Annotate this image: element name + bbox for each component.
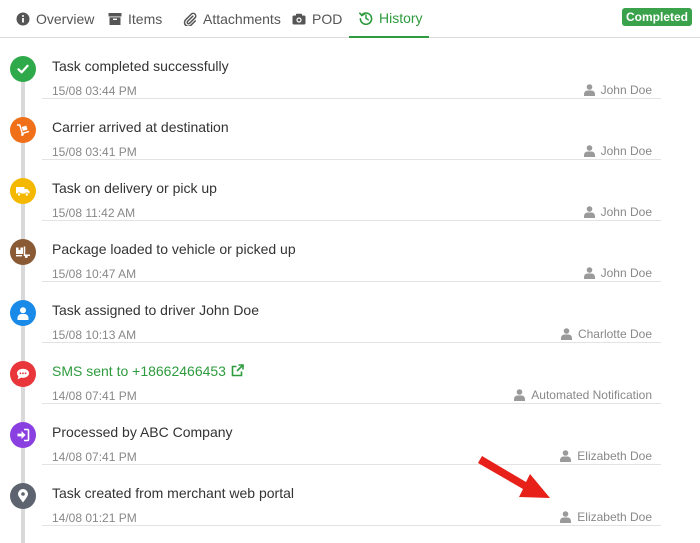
history-entry-body: Carrier arrived at destination 15/08 03:… <box>42 99 661 160</box>
tab-pod[interactable]: POD <box>292 0 342 38</box>
dolly-icon <box>10 117 36 143</box>
history-entry-user: Automated Notification <box>514 388 652 402</box>
history-entry-body: Task assigned to driver John Doe 15/08 1… <box>42 282 661 343</box>
history-entry-user: Elizabeth Doe <box>560 449 652 463</box>
user-icon <box>560 450 572 462</box>
history-entry-title: SMS sent to +18662466453 <box>52 363 226 379</box>
tab-items-label: Items <box>128 11 163 27</box>
history-entry-time: 15/08 10:13 AM <box>52 328 137 342</box>
history-entry-title: Task assigned to driver John Doe <box>52 302 259 318</box>
history-entry-time: 14/08 01:21 PM <box>52 511 137 525</box>
history-entry: Task on delivery or pick up 15/08 11:42 … <box>0 160 700 221</box>
box-icon <box>108 12 122 26</box>
external-link-icon[interactable] <box>231 364 244 377</box>
history-entry-body: Processed by ABC Company 14/08 07:41 PM … <box>42 404 661 465</box>
tab-attachments-label: Attachments <box>203 11 281 27</box>
camera-icon <box>292 12 306 26</box>
tab-attachments[interactable]: Attachments <box>183 0 281 38</box>
history-entry-title: Carrier arrived at destination <box>52 119 229 135</box>
info-icon <box>16 12 30 26</box>
history-entry-user-name: Automated Notification <box>531 388 652 402</box>
history-icon <box>359 11 373 25</box>
history-entry-time: 15/08 10:47 AM <box>52 267 137 281</box>
sign-in-icon <box>10 422 36 448</box>
truck-icon <box>10 178 36 204</box>
history-entry: Task completed successfully 15/08 03:44 … <box>0 38 700 99</box>
user-icon <box>560 328 572 340</box>
history-entry: Package loaded to vehicle or picked up 1… <box>0 221 700 282</box>
history-entry-time: 15/08 03:44 PM <box>52 84 137 98</box>
paperclip-icon <box>183 12 197 26</box>
history-entry: Carrier arrived at destination 15/08 03:… <box>0 99 700 160</box>
history-entry: Task assigned to driver John Doe 15/08 1… <box>0 282 700 343</box>
history-entry-user-name: John Doe <box>600 83 652 97</box>
history-entry: Processed by ABC Company 14/08 07:41 PM … <box>0 404 700 465</box>
history-entry: SMS sent to +18662466453 14/08 07:41 PM … <box>0 343 700 404</box>
user-icon <box>583 206 595 218</box>
person-icon <box>10 300 36 326</box>
history-entry-time: 15/08 11:42 AM <box>52 206 136 220</box>
history-entry-body: Task completed successfully 15/08 03:44 … <box>42 38 661 99</box>
red-arrow-icon <box>474 452 554 504</box>
loading-icon <box>10 239 36 265</box>
history-entry-body: Package loaded to vehicle or picked up 1… <box>42 221 661 282</box>
history-entry: Task created from merchant web portal 14… <box>0 465 700 526</box>
history-entry-title: Task completed successfully <box>52 58 229 74</box>
status-badge: Completed <box>621 8 692 26</box>
history-entry-time: 14/08 07:41 PM <box>52 389 137 403</box>
tab-history[interactable]: History <box>349 0 429 38</box>
history-entry-title: Package loaded to vehicle or picked up <box>52 241 296 257</box>
map-pin-icon <box>10 483 36 509</box>
user-icon <box>583 267 595 279</box>
history-entry-user-name: Charlotte Doe <box>577 327 652 341</box>
history-entry-title: Task on delivery or pick up <box>52 180 217 196</box>
history-entry-user: John Doe <box>583 83 652 97</box>
history-entry-time: 15/08 03:41 PM <box>52 145 137 159</box>
history-entry-body: Task on delivery or pick up 15/08 11:42 … <box>42 160 661 221</box>
check-icon <box>10 56 36 82</box>
chat-icon <box>10 361 36 387</box>
history-entry-time: 14/08 07:41 PM <box>52 450 137 464</box>
user-icon <box>583 84 595 96</box>
history-entry-user: Elizabeth Doe <box>560 510 652 524</box>
history-entry-user: John Doe <box>583 205 652 219</box>
history-entry-user-name: Elizabeth Doe <box>577 510 652 524</box>
history-entry-user-name: John Doe <box>600 266 652 280</box>
history-entry-user-name: John Doe <box>600 144 652 158</box>
history-entry-body: Task created from merchant web portal 14… <box>42 465 661 526</box>
tab-bar: Overview Items Attachments POD History C… <box>0 0 700 38</box>
history-entry-user: Charlotte Doe <box>560 327 652 341</box>
tab-overview-label: Overview <box>36 11 95 27</box>
tab-history-label: History <box>379 10 423 26</box>
sms-link[interactable]: SMS sent to +18662466453 <box>52 363 244 379</box>
user-icon <box>583 145 595 157</box>
history-entry-user-name: John Doe <box>600 205 652 219</box>
history-timeline: Task completed successfully 15/08 03:44 … <box>0 38 700 543</box>
history-entry-user: John Doe <box>583 144 652 158</box>
history-entry-body: SMS sent to +18662466453 14/08 07:41 PM … <box>42 343 661 404</box>
user-icon <box>514 389 526 401</box>
tab-overview[interactable]: Overview <box>16 0 94 38</box>
history-entry-title: Processed by ABC Company <box>52 424 233 440</box>
tab-pod-label: POD <box>312 11 343 27</box>
history-entry-user-name: Elizabeth Doe <box>577 449 652 463</box>
user-icon <box>560 511 572 523</box>
tab-items[interactable]: Items <box>108 0 162 38</box>
history-entry-user: John Doe <box>583 266 652 280</box>
history-entry-title: Task created from merchant web portal <box>52 485 294 501</box>
